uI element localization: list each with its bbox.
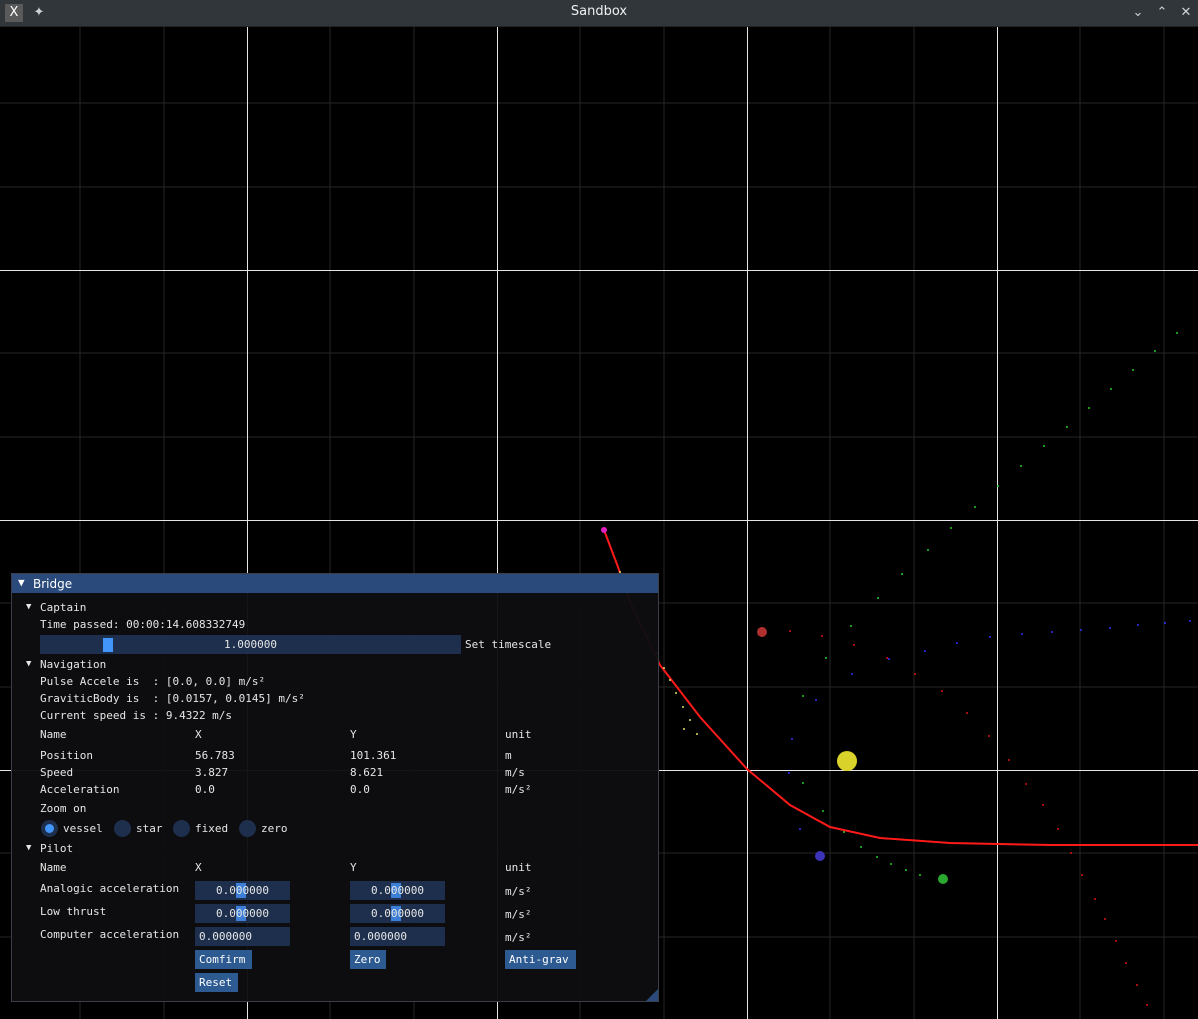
- low-thrust-x-drag[interactable]: 0.000000: [195, 904, 290, 923]
- bridge-panel[interactable]: ▼ Bridge ▼ Captain Time passed: 00:00:14…: [11, 573, 659, 1002]
- pulse-accel-text: Pulse Accele is : [0.0, 0.0] m/s²: [40, 675, 266, 688]
- close-icon[interactable]: ✕: [1177, 4, 1195, 22]
- star-body: [837, 751, 857, 771]
- computer-accel-x-input[interactable]: 0.000000: [195, 927, 290, 946]
- zoom-vessel-label[interactable]: vessel: [63, 822, 103, 835]
- analogic-accel-x-value: 0.000000: [216, 884, 269, 897]
- resize-grip[interactable]: [646, 989, 658, 1001]
- nav-row-y: 101.361: [350, 749, 397, 762]
- window-title: Sandbox: [570, 4, 628, 19]
- nav-row-name: Position: [40, 749, 93, 762]
- nav-row-y: 8.621: [350, 766, 384, 779]
- captain-collapse-icon[interactable]: ▼: [26, 602, 31, 612]
- green-trail-dots: [802, 332, 1178, 876]
- blue-trail-dots: [788, 620, 1191, 830]
- nav-row-name: Speed: [40, 766, 74, 779]
- window-titlebar: X ✦ Sandbox ⌄ ⌃ ✕: [0, 0, 1198, 27]
- bridge-panel-title: Bridge: [33, 577, 73, 591]
- low-thrust-x-value: 0.000000: [216, 907, 269, 920]
- nav-col-unit: unit: [505, 728, 532, 741]
- zoom-zero-radio[interactable]: [239, 820, 256, 837]
- nav-row-unit: m/s²: [505, 783, 532, 796]
- analogic-accel-y-value: 0.000000: [371, 884, 424, 897]
- low-thrust-unit: m/s²: [505, 908, 532, 921]
- nav-row-name: Acceleration: [40, 783, 120, 796]
- nav-row-unit: m: [505, 749, 512, 762]
- nav-col-x: X: [195, 728, 202, 741]
- pilot-col-unit: unit: [505, 861, 532, 874]
- bridge-panel-titlebar[interactable]: ▼ Bridge: [12, 574, 658, 593]
- analogic-accel-unit: m/s²: [505, 885, 532, 898]
- green-planet: [938, 874, 948, 884]
- red-trail-dots: [789, 630, 1148, 1006]
- timescale-label: Set timescale: [465, 638, 552, 651]
- blue-planet: [815, 851, 825, 861]
- navigation-header[interactable]: Navigation: [40, 658, 106, 671]
- timescale-value: 1.000000: [224, 638, 277, 651]
- pilot-col-x: X: [195, 861, 202, 874]
- minimize-icon[interactable]: ⌄: [1129, 4, 1147, 22]
- analogic-accel-x-drag[interactable]: 0.000000: [195, 881, 290, 900]
- zoom-zero-label[interactable]: zero: [261, 822, 288, 835]
- anti-grav-button[interactable]: Anti-grav: [505, 950, 576, 969]
- analogic-accel-y-drag[interactable]: 0.000000: [350, 881, 445, 900]
- nav-col-y: Y: [350, 728, 357, 741]
- nav-row-x: 0.0: [195, 783, 215, 796]
- collapse-triangle-icon[interactable]: ▼: [18, 576, 25, 589]
- zoom-star-label[interactable]: star: [136, 822, 163, 835]
- vessel-marker: [601, 527, 607, 533]
- zoom-star-radio[interactable]: [114, 820, 131, 837]
- nav-row-y: 0.0: [350, 783, 370, 796]
- navigation-collapse-icon[interactable]: ▼: [26, 659, 31, 669]
- zoom-vessel-radio[interactable]: [41, 820, 58, 837]
- anti-grav-button-label: Anti-grav: [509, 953, 569, 966]
- reset-button-label: Reset: [199, 976, 233, 989]
- captain-header[interactable]: Captain: [40, 601, 86, 614]
- confirm-button[interactable]: Comfirm: [195, 950, 252, 969]
- nav-col-name: Name: [40, 728, 67, 741]
- computer-accel-label: Computer acceleration: [40, 928, 180, 941]
- pilot-header[interactable]: Pilot: [40, 842, 73, 855]
- zero-button[interactable]: Zero: [350, 950, 386, 969]
- maximize-icon[interactable]: ⌃: [1153, 4, 1171, 22]
- computer-accel-x-value: 0.000000: [199, 930, 252, 943]
- computer-accel-y-value: 0.000000: [354, 930, 407, 943]
- nav-row-unit: m/s: [505, 766, 525, 779]
- red-planet: [757, 627, 767, 637]
- pilot-col-y: Y: [350, 861, 357, 874]
- zoom-fixed-label[interactable]: fixed: [195, 822, 228, 835]
- nav-row-x: 56.783: [195, 749, 235, 762]
- timescale-slider[interactable]: 1.000000: [40, 635, 461, 654]
- current-speed-text: Current speed is : 9.4322 m/s: [40, 709, 233, 722]
- low-thrust-y-value: 0.000000: [371, 907, 424, 920]
- pilot-collapse-icon[interactable]: ▼: [26, 843, 31, 853]
- pilot-col-name: Name: [40, 861, 67, 874]
- zoom-fixed-radio[interactable]: [173, 820, 190, 837]
- low-thrust-y-drag[interactable]: 0.000000: [350, 904, 445, 923]
- nav-row-x: 3.827: [195, 766, 229, 779]
- zero-button-label: Zero: [354, 953, 381, 966]
- low-thrust-label: Low thrust: [40, 905, 107, 918]
- computer-accel-unit: m/s²: [505, 931, 532, 944]
- zoom-label: Zoom on: [40, 802, 87, 815]
- analogic-accel-label: Analogic acceleration: [40, 882, 180, 895]
- time-passed-text: Time passed: 00:00:14.608332749: [40, 618, 246, 631]
- gravitic-body-text: GraviticBody is : [0.0157, 0.0145] m/s²: [40, 692, 305, 705]
- reset-button[interactable]: Reset: [195, 973, 238, 992]
- confirm-button-label: Comfirm: [199, 953, 246, 966]
- computer-accel-y-input[interactable]: 0.000000: [350, 927, 445, 946]
